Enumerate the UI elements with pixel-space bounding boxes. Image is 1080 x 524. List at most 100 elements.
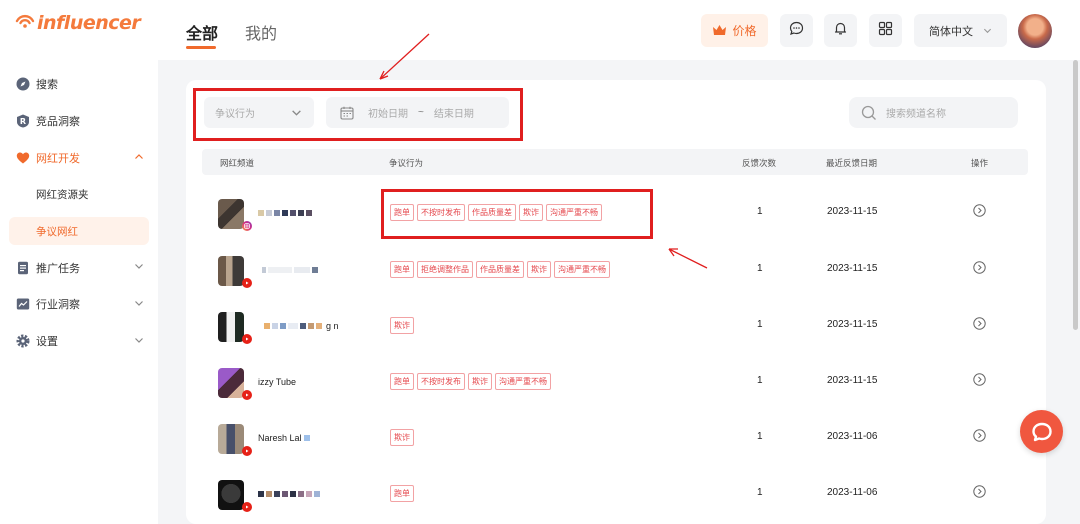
chevron-up-icon (134, 152, 144, 165)
table-row[interactable]: 跑单 拒绝调整作品 作品质量差 欺诈 沟通严重不畅 1 2023-11-15 (202, 242, 1028, 298)
table-header: 网红频道 争议行为 反馈次数 最近反馈日期 操作 (202, 149, 1028, 175)
dispute-tag: 拒绝调整作品 (417, 261, 473, 278)
document-icon (16, 261, 30, 275)
channel-avatar[interactable] (218, 256, 244, 286)
dispute-tag: 跑单 (390, 485, 414, 502)
sidebar-item-resource-folder[interactable]: 网红资源夹 (0, 176, 158, 213)
search-icon (861, 105, 877, 121)
feedback-count: 1 (757, 431, 763, 442)
instagram-icon (242, 221, 252, 231)
last-feedback-date: 2023-11-15 (827, 319, 878, 330)
dispute-tags: 欺诈 (390, 317, 414, 334)
channel-name[interactable]: izzy Tube (258, 377, 296, 387)
sidebar-item-disputed-influencers[interactable]: 争议网红 (9, 217, 149, 246)
date-range-separator: ~ (418, 107, 424, 118)
chat-icon (1031, 421, 1053, 443)
channel-name[interactable] (258, 489, 320, 499)
channel-avatar[interactable] (218, 312, 244, 342)
app-logo[interactable]: influencer (14, 12, 141, 34)
crown-icon (712, 24, 727, 37)
channel-search-input[interactable]: 搜索频道名称 (849, 97, 1018, 128)
dispute-behavior-select[interactable]: 争议行为 (204, 97, 314, 128)
sidebar-item-promotion-tasks[interactable]: 推广任务 (0, 249, 158, 286)
live-chat-button[interactable] (1020, 410, 1063, 453)
grid-icon (878, 21, 893, 41)
tab-all[interactable]: 全部 (186, 20, 218, 44)
messages-button[interactable] (780, 14, 813, 47)
tab-mine[interactable]: 我的 (245, 20, 277, 44)
calendar-icon (340, 106, 354, 120)
arrow-right-circle-icon[interactable] (973, 204, 986, 217)
column-header-count: 反馈次数 (742, 158, 777, 168)
notifications-button[interactable] (824, 14, 857, 47)
language-label: 简体中文 (929, 25, 973, 38)
dispute-tags: 跑单 不按时发布 作品质量差 欺诈 沟通严重不畅 (390, 204, 602, 221)
language-select[interactable]: 简体中文 (914, 14, 1007, 47)
arrow-right-circle-icon[interactable] (973, 485, 986, 498)
sidebar-item-search[interactable]: 搜索 (0, 66, 158, 103)
channel-name-text: Naresh Lal (258, 433, 302, 443)
youtube-icon (242, 390, 252, 400)
dispute-tag: 沟通严重不畅 (554, 261, 610, 278)
feedback-count: 1 (757, 206, 763, 217)
table-row[interactable]: Naresh Lal 欺诈 1 2023-11-06 (202, 410, 1028, 466)
dispute-tag: 跑单 (390, 261, 414, 278)
dispute-tag: 欺诈 (519, 204, 543, 221)
start-date-input[interactable]: 初始日期 (368, 105, 408, 120)
sidebar-item-industry-insight[interactable]: 行业洞察 (0, 286, 158, 323)
channel-avatar[interactable] (218, 424, 244, 454)
last-feedback-date: 2023-11-15 (827, 263, 878, 274)
sidebar-item-label: 网红资源夹 (36, 189, 89, 202)
channel-avatar[interactable] (218, 480, 244, 510)
feedback-count: 1 (757, 375, 763, 386)
channel-name[interactable] (262, 265, 318, 275)
date-range-picker[interactable]: 初始日期 ~ 结束日期 (326, 97, 509, 128)
channel-avatar[interactable] (218, 368, 244, 398)
dispute-tag: 跑单 (390, 373, 414, 390)
feedback-count: 1 (757, 487, 763, 498)
channel-name[interactable]: g n (264, 321, 339, 331)
column-header-action: 操作 (971, 158, 989, 168)
wifi-signal-icon (14, 12, 36, 34)
page-scrollbar[interactable] (1073, 60, 1078, 330)
chevron-down-icon (134, 261, 144, 274)
apps-button[interactable] (869, 14, 902, 47)
table-row[interactable]: 跑单 1 2023-11-06 (202, 466, 1028, 522)
table-row[interactable]: 跑单 不按时发布 作品质量差 欺诈 沟通严重不畅 1 2023-11-15 (202, 185, 1028, 241)
arrow-right-circle-icon[interactable] (973, 261, 986, 274)
dispute-tags: 欺诈 (390, 429, 414, 446)
channel-name[interactable] (258, 208, 312, 218)
feedback-count: 1 (757, 319, 763, 330)
arrow-right-circle-icon[interactable] (973, 373, 986, 386)
arrow-right-circle-icon[interactable] (973, 429, 986, 442)
table-row[interactable]: g n 欺诈 1 2023-11-15 (202, 298, 1028, 354)
top-header: 全部 我的 价格 简体中文 (158, 0, 1080, 60)
chevron-down-icon (134, 298, 144, 311)
sidebar-item-label: 搜索 (36, 79, 58, 92)
table-row[interactable]: izzy Tube 跑单 不按时发布 欺诈 沟通严重不畅 1 2023-11-1… (202, 354, 1028, 410)
channel-name[interactable]: Naresh Lal (258, 433, 310, 443)
sidebar-item-influencer-dev[interactable]: 网红开发 (0, 140, 158, 177)
dispute-tag: 不按时发布 (417, 373, 465, 390)
dispute-select-placeholder: 争议行为 (215, 109, 255, 120)
youtube-icon (242, 502, 252, 512)
svg-text:R: R (20, 117, 26, 126)
sidebar-item-label: 网红开发 (36, 152, 80, 165)
end-date-input[interactable]: 结束日期 (434, 105, 474, 120)
user-avatar[interactable] (1018, 14, 1052, 48)
dispute-tag: 不按时发布 (417, 204, 465, 221)
channel-avatar[interactable] (218, 199, 244, 229)
sidebar-item-settings[interactable]: 设置 (0, 323, 158, 360)
dispute-tag: 作品质量差 (468, 204, 516, 221)
column-header-channel: 网红频道 (220, 158, 255, 168)
sidebar-item-label: 行业洞察 (36, 299, 80, 312)
sidebar-item-label: 竞品洞察 (36, 116, 80, 129)
dispute-tag: 跑单 (390, 204, 414, 221)
pricing-button[interactable]: 价格 (701, 14, 768, 47)
youtube-icon (242, 334, 252, 344)
sidebar-item-competitor-insight[interactable]: R 竞品洞察 (0, 103, 158, 140)
dispute-tag: 沟通严重不畅 (495, 373, 551, 390)
arrow-right-circle-icon[interactable] (973, 317, 986, 330)
dispute-tags: 跑单 (390, 485, 414, 502)
heart-icon (16, 151, 30, 165)
